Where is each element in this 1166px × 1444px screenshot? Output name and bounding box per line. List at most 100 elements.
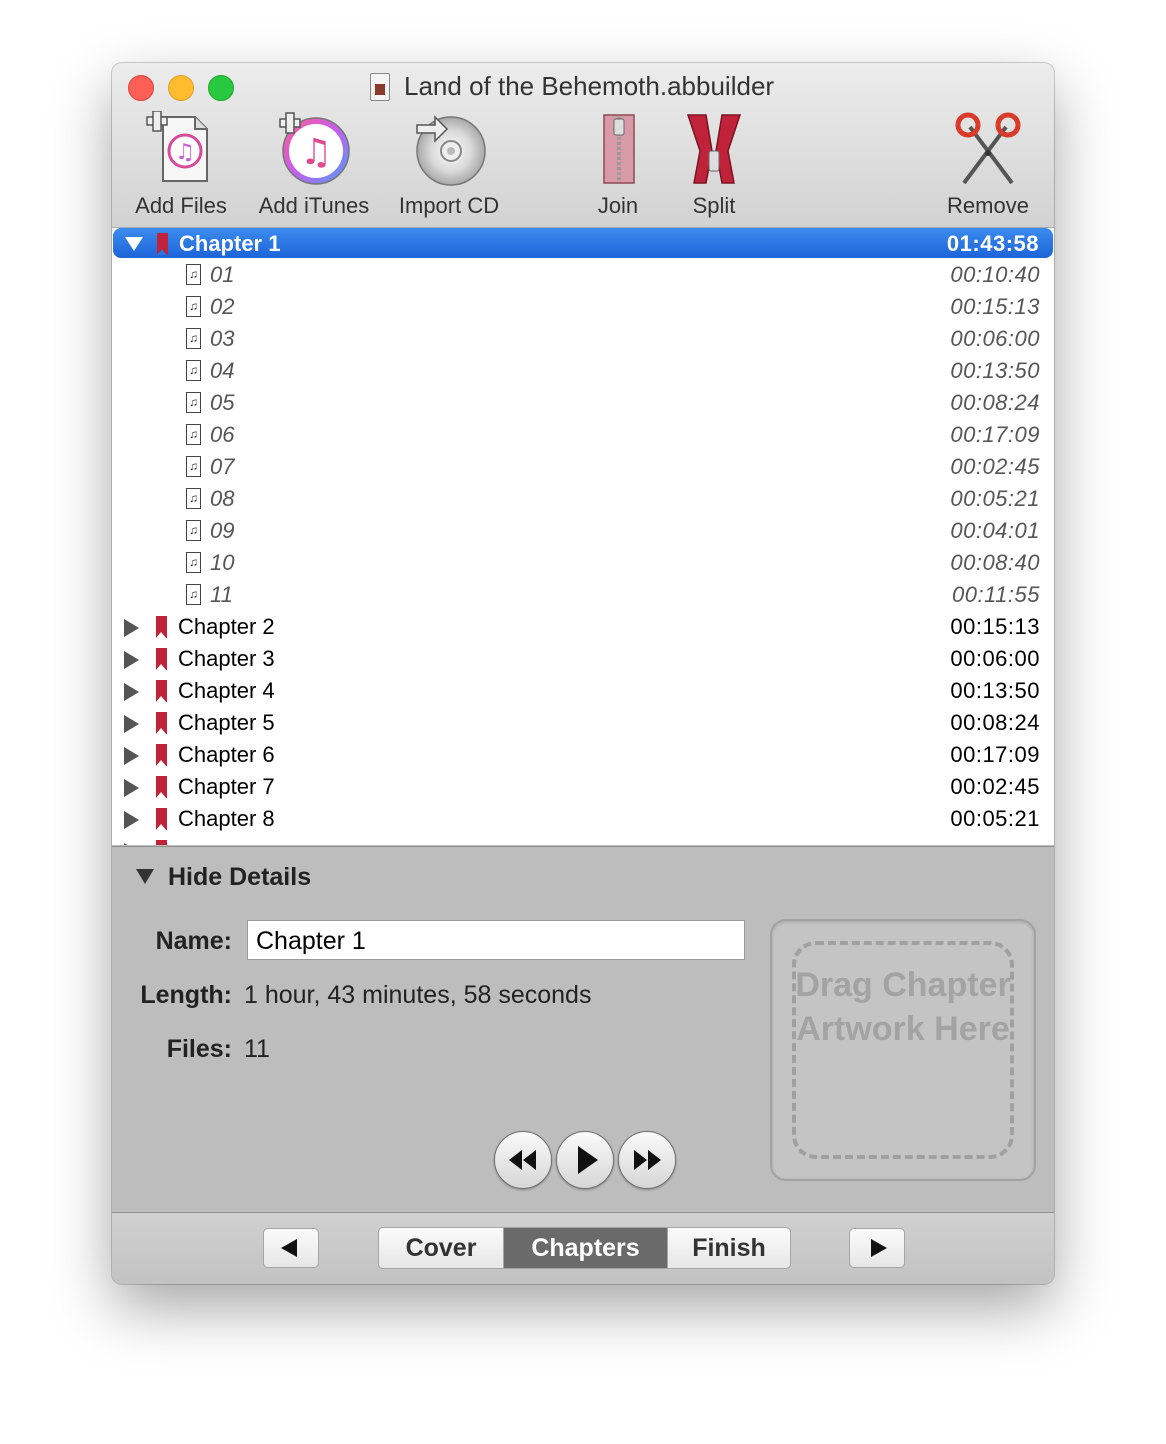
tab-cover[interactable]: Cover — [379, 1228, 503, 1268]
chapter-name: Chapter 5 — [178, 710, 275, 735]
file-row[interactable]: ♫ 03 00:06:00 — [112, 323, 1054, 355]
split-button[interactable]: Split — [674, 111, 754, 221]
chapter-row[interactable]: Chapter 6 00:17:09 — [112, 739, 1054, 771]
file-row[interactable]: ♫ 11 00:11:55 — [112, 579, 1054, 611]
zoom-window-button[interactable] — [208, 75, 234, 101]
bottom-bar: Cover Chapters Finish — [112, 1212, 1054, 1284]
cd-icon — [416, 115, 486, 186]
file-row[interactable]: ♫ 04 00:13:50 — [112, 355, 1054, 387]
chapter-list[interactable]: Chapter 1 01:43:58 ♫ 01 00:10:40 ♫ 02 00:15:… — [112, 228, 1054, 845]
bookmark-icon — [156, 616, 167, 638]
chapter-duration: 00:06:00 — [950, 646, 1040, 671]
file-row[interactable]: ♫ 06 00:17:09 — [112, 419, 1054, 451]
chapter-row-selected[interactable]: Chapter 1 01:43:58 — [113, 228, 1053, 258]
audio-file-icon: ♫ — [186, 424, 201, 445]
artwork-placeholder-text: Drag Chapter Artwork Here — [795, 966, 1011, 1048]
file-name: 07 — [210, 454, 235, 479]
play-icon — [578, 1146, 598, 1174]
file-row[interactable]: ♫ 10 00:08:40 — [112, 547, 1054, 579]
file-duration: 00:11:55 — [951, 582, 1040, 607]
file-name: 03 — [210, 326, 235, 351]
chapter-row[interactable]: Chapter 4 00:13:50 — [112, 675, 1054, 707]
toolbar: Land of the Behemoth.abbuilder ♫ Add Fil… — [112, 63, 1054, 228]
file-name: 11 — [210, 582, 233, 607]
disclosure-triangle-collapsed-icon[interactable] — [124, 779, 139, 797]
chapter-row[interactable]: Chapter 5 00:08:24 — [112, 707, 1054, 739]
zipper-open-icon — [686, 114, 742, 184]
document-icon — [370, 73, 390, 101]
name-label: Name: — [155, 927, 232, 955]
chapter-duration: 00:02:45 — [950, 774, 1040, 799]
minimize-window-button[interactable] — [168, 75, 194, 101]
chapter-row[interactable]: Chapter 2 00:15:13 — [112, 611, 1054, 643]
chapter-artwork-drop-well[interactable]: Drag Chapter Artwork Here — [770, 919, 1036, 1181]
bookmark-icon — [157, 233, 168, 255]
right-arrow-icon — [871, 1239, 887, 1257]
step-segmented-control: Cover Chapters Finish — [378, 1227, 791, 1269]
chapter-name: Chapter 2 — [178, 614, 275, 639]
svg-text:♫: ♫ — [175, 140, 195, 165]
next-step-button[interactable] — [849, 1228, 905, 1268]
disclosure-triangle-collapsed-icon[interactable] — [124, 811, 139, 829]
bookmark-icon — [156, 680, 167, 702]
hide-details-toggle[interactable]: Hide Details — [168, 863, 311, 892]
import-cd-button[interactable]: Import CD — [392, 111, 506, 221]
file-row[interactable]: ♫ 09 00:04:01 — [112, 515, 1054, 547]
rewind-icon — [509, 1150, 536, 1170]
bookmark-icon — [156, 648, 167, 670]
join-button[interactable]: Join — [578, 111, 658, 221]
file-name: 04 — [210, 358, 235, 383]
split-label: Split — [692, 193, 736, 218]
file-duration: 00:08:40 — [950, 550, 1040, 575]
add-itunes-label: Add iTunes — [258, 193, 370, 218]
file-name: 05 — [210, 390, 235, 415]
file-duration: 00:17:09 — [950, 422, 1040, 447]
chapter-name: Chapter 3 — [178, 646, 275, 671]
file-row[interactable]: ♫ 08 00:05:21 — [112, 483, 1054, 515]
file-duration: 00:05:21 — [950, 486, 1040, 511]
disclosure-triangle-collapsed-icon[interactable] — [124, 651, 139, 669]
remove-label: Remove — [947, 193, 1029, 218]
tab-chapters[interactable]: Chapters — [504, 1228, 667, 1268]
file-row[interactable]: ♫ 05 00:08:24 — [112, 387, 1054, 419]
chapter-row[interactable]: Chapter 7 00:02:45 — [112, 771, 1054, 803]
disclosure-triangle-collapsed-icon[interactable] — [124, 683, 139, 701]
chapter-name-field[interactable]: Chapter 1 — [247, 920, 745, 960]
remove-button[interactable]: Remove — [938, 111, 1038, 221]
file-row[interactable]: ♫ 02 00:15:13 — [112, 291, 1054, 323]
file-name: 01 — [210, 262, 235, 287]
disclosure-triangle-collapsed-icon[interactable] — [124, 747, 139, 765]
play-button[interactable] — [556, 1131, 614, 1189]
previous-step-button[interactable] — [263, 1228, 319, 1268]
scissors-icon — [955, 112, 1021, 185]
bookmark-icon — [156, 840, 167, 845]
audio-file-icon: ♫ — [186, 360, 201, 381]
tab-finish[interactable]: Finish — [668, 1228, 790, 1268]
chapter-row[interactable]: Chapter 8 00:05:21 — [112, 803, 1054, 835]
files-value: 11 — [244, 1035, 270, 1063]
file-row[interactable]: ♫ 01 00:10:40 — [112, 259, 1054, 291]
disclosure-triangle-collapsed-icon[interactable] — [124, 843, 139, 845]
rewind-button[interactable] — [494, 1131, 552, 1189]
add-itunes-button[interactable]: ♫ Add iTunes — [254, 111, 374, 221]
disclosure-triangle-collapsed-icon[interactable] — [124, 715, 139, 733]
import-cd-label: Import CD — [398, 193, 500, 218]
file-duration: 00:10:40 — [950, 262, 1040, 287]
add-files-button[interactable]: ♫ Add Files — [126, 111, 236, 221]
audio-file-icon: ♫ — [186, 584, 201, 605]
chapter-name: Chapter 7 — [178, 774, 275, 799]
chapter-row-partial[interactable] — [112, 835, 1054, 845]
chapter-row[interactable]: Chapter 3 00:06:00 — [112, 643, 1054, 675]
file-row[interactable]: ♫ 07 00:02:45 — [112, 451, 1054, 483]
file-name: 09 — [210, 518, 235, 543]
fast-forward-button[interactable] — [618, 1131, 676, 1189]
disclosure-triangle-collapsed-icon[interactable] — [124, 619, 139, 637]
app-window: Land of the Behemoth.abbuilder ♫ Add Fil… — [112, 63, 1054, 1284]
close-window-button[interactable] — [128, 75, 154, 101]
audio-file-icon: ♫ — [186, 520, 201, 541]
length-value: 1 hour, 43 minutes, 58 seconds — [244, 981, 592, 1009]
disclosure-triangle-expanded-icon[interactable] — [125, 237, 143, 251]
hide-details-triangle-icon[interactable] — [136, 869, 154, 884]
audio-file-icon: ♫ — [186, 392, 201, 413]
bookmark-icon — [156, 808, 167, 830]
